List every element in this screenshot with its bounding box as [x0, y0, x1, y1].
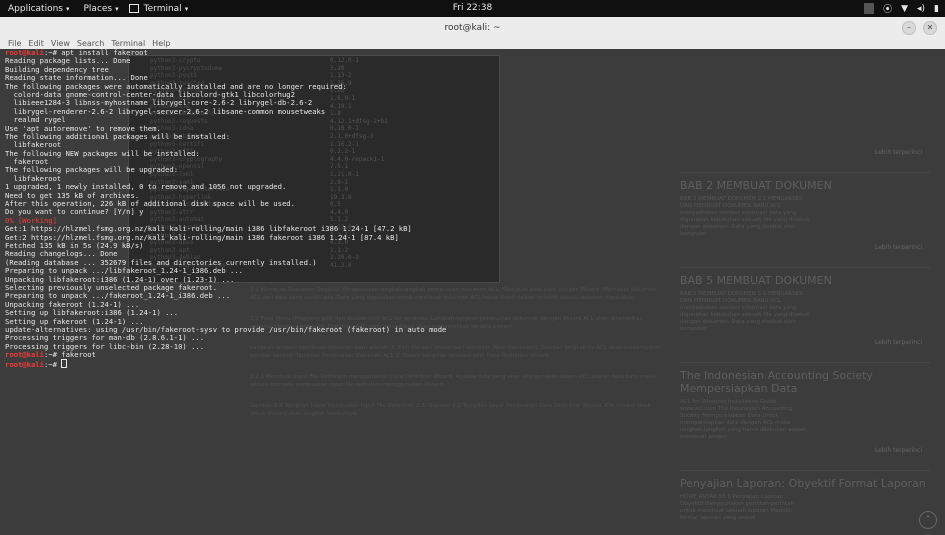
text-cursor: [61, 359, 68, 369]
background-more-link: Lebih terperinci: [874, 244, 922, 251]
close-button[interactable]: ✕: [923, 21, 937, 35]
line-text: :~# fakeroot: [43, 350, 96, 360]
top-panel: Applications ▾ Places ▾ Terminal ▾ Fri 22:3…: [0, 0, 945, 17]
terminal-line: The following packages will be upgraded:: [5, 166, 446, 174]
background-sidebar-title: BAB 5 MEMBUAT DOKUMEN: [680, 274, 832, 287]
terminal-line: The following NEW packages will be insta…: [5, 149, 446, 158]
background-divider: [680, 267, 930, 268]
prompt-user: root@kali: [5, 350, 44, 360]
menu-file[interactable]: File: [8, 39, 21, 48]
terminal-app-menu[interactable]: Terminal ▾: [128, 0, 189, 17]
terminal-line: Do you want to continue? [Y/n] y: [5, 208, 446, 216]
menu-terminal[interactable]: Terminal: [111, 39, 145, 48]
background-more-link: Lebih terperinci: [874, 447, 922, 454]
background-more-link: Lebih terperinci: [874, 149, 922, 156]
terminal-area[interactable]: python3-crypto python3-pycryptodome python…: [0, 49, 945, 535]
scroll-top-icon: ⌃: [919, 511, 937, 529]
chevron-down-icon: ▾: [184, 4, 189, 13]
background-sidebar-title: Penyajian Laporan: Obyektif Format Lapor…: [680, 477, 926, 490]
places-menu[interactable]: Places ▾: [84, 0, 119, 17]
accessibility-icon[interactable]: ⦿: [883, 2, 892, 15]
line-text: :~#: [43, 360, 62, 370]
background-sidebar-spacer: [680, 57, 930, 143]
network-icon[interactable]: ▼: [901, 4, 908, 14]
terminal-line: root@kali:~#: [5, 359, 446, 370]
terminal-output: root@kali:~# apt install fakeroot Reading…: [5, 49, 446, 370]
background-sidebar: Lebih terperinci BAB 2 MEMBUAT DOKUMEN BAB…: [680, 57, 930, 535]
background-sidebar-title: BAB 2 MEMBUAT DOKUMEN: [680, 179, 832, 192]
background-sidebar-text: ACL for Windows Installation Guide www.a…: [680, 399, 807, 440]
chevron-down-icon: ▾: [65, 4, 70, 13]
background-paragraph: Gambar 2.4 Tampilan Layar Pembuatan Inpu…: [250, 403, 650, 417]
background-divider: [680, 470, 930, 471]
background-sidebar-title: The Indonesian Accounting Society Memper…: [680, 369, 873, 395]
system-tray: ⦿ ▼ ◂) ▮: [864, 2, 939, 15]
background-sidebar-text: BAB 5 MEMBUAT DOKUMEN 5.1 MENGAKSES DAN …: [680, 291, 810, 332]
background-divider: [680, 172, 930, 173]
applications-label: Applications: [8, 3, 63, 14]
window-titlebar[interactable]: root@kali: ~ – ✕: [0, 17, 945, 39]
background-paragraph: 2.2.1 Membuat Input File Definition meng…: [250, 374, 656, 388]
battery-icon[interactable]: ▮: [934, 4, 939, 14]
menu-search[interactable]: Search: [77, 39, 104, 48]
chevron-down-icon: ▾: [115, 4, 119, 13]
window-title: root@kali: ~: [444, 22, 501, 33]
minimize-button[interactable]: –: [902, 21, 916, 35]
terminal-menubar: File Edit View Search Terminal Help: [0, 38, 945, 49]
terminal-line: librygel-renderer-2.6-2 librygel-server-…: [5, 107, 446, 116]
terminal-line: root@kali:~# fakeroot: [5, 350, 446, 360]
background-divider: [680, 362, 930, 363]
volume-icon[interactable]: ◂): [917, 4, 925, 14]
workspace-icon[interactable]: [864, 3, 875, 14]
background-sidebar-text: HOME ANTAR 5S 8 Penyajian Laporan: Obyek…: [680, 494, 794, 521]
terminal-icon: [128, 4, 139, 13]
terminal-line: The following additional packages will b…: [5, 132, 446, 141]
places-label: Places: [83, 3, 113, 14]
background-sidebar-text: BAB 2 MEMBUAT DOKUMEN 2.1 MENGAKSES DAN …: [680, 196, 810, 237]
menu-edit[interactable]: Edit: [28, 39, 44, 48]
prompt-user: root@kali: [5, 360, 44, 370]
menu-view[interactable]: View: [51, 39, 70, 48]
terminal-app-label: Terminal: [143, 3, 182, 14]
menu-help[interactable]: Help: [152, 39, 170, 48]
applications-menu[interactable]: Applications ▾: [8, 0, 70, 17]
background-more-link: Lebih terperinci: [874, 339, 922, 346]
